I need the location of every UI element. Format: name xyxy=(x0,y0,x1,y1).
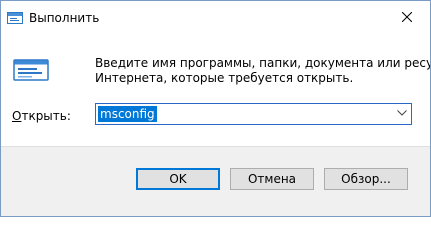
close-button[interactable] xyxy=(385,1,430,33)
combobox-dropdown-button[interactable] xyxy=(392,104,412,124)
run-dialog-icon xyxy=(7,12,23,24)
title-bar: Выполнить xyxy=(1,1,430,33)
browse-button[interactable]: Обзор... xyxy=(324,168,408,190)
instruction-line-1: Введите имя программы, папки, документа … xyxy=(95,56,431,70)
button-bar: OK Отмена Обзор... xyxy=(1,146,430,216)
command-input[interactable]: msconfig xyxy=(98,106,157,122)
window-title: Выполнить xyxy=(29,11,100,25)
cancel-button[interactable]: Отмена xyxy=(230,168,314,190)
command-combobox[interactable]: msconfig xyxy=(95,103,412,125)
open-label: Открыть: xyxy=(12,109,71,123)
run-dialog: Выполнить Введите имя программы, папки, … xyxy=(0,0,431,217)
open-label-text: ткрыть: xyxy=(21,109,71,123)
instruction-text: Введите имя программы, папки, документа … xyxy=(95,56,431,86)
run-dialog-icon xyxy=(13,59,49,81)
close-icon xyxy=(402,12,412,22)
instruction-line-2: Интернета, которые требуется открыть. xyxy=(95,71,354,85)
ok-button[interactable]: OK xyxy=(136,168,220,190)
chevron-down-icon xyxy=(397,110,407,116)
